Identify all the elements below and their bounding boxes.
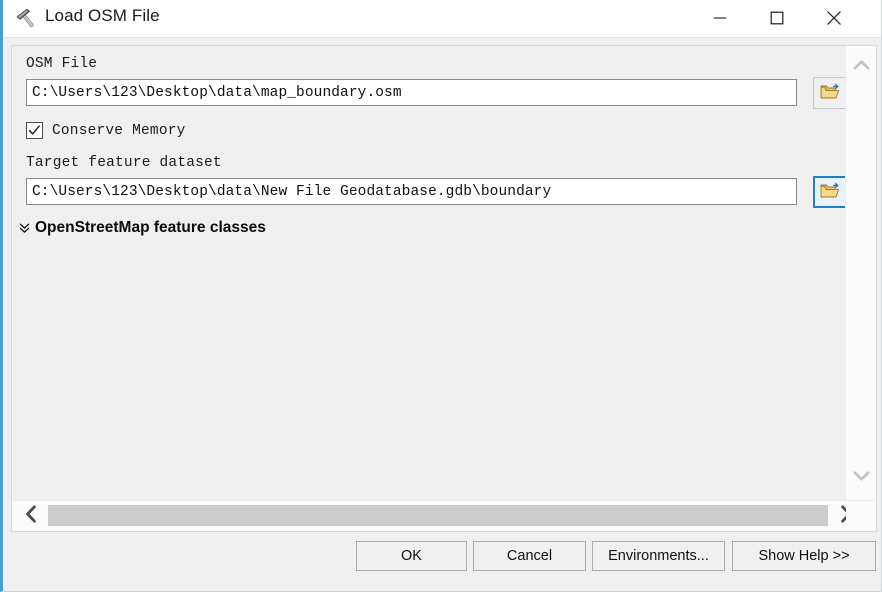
openstreetmap-feature-classes-label: OpenStreetMap feature classes [35,219,266,236]
load-osm-file-dialog: Load OSM File OSM File C:\Users\123\Desk… [0,0,882,592]
close-button[interactable] [811,0,857,36]
osm-file-row [26,77,846,109]
conserve-memory-row[interactable]: Conserve Memory [26,122,846,139]
target-feature-dataset-row [26,176,846,208]
title-bar: Load OSM File [3,0,881,38]
parameters-content: OSM File C:\Users\123\Desktop\data\map_b… [12,46,846,501]
chevron-down-icon [853,469,870,487]
parameters-form: OSM File C:\Users\123\Desktop\data\map_b… [19,56,846,237]
minimize-icon [713,11,727,25]
folder-open-icon [820,83,840,104]
close-icon [826,10,842,26]
maximize-button[interactable] [754,0,800,36]
target-feature-dataset-input[interactable] [26,178,797,205]
horizontal-scroll-thumb[interactable] [48,505,828,526]
page-title: Load OSM File [45,6,160,25]
osm-file-input[interactable] [26,79,797,106]
double-chevron-down-icon [17,220,31,236]
parameters-panel: OSM File C:\Users\123\Desktop\data\map_b… [11,45,877,532]
chevron-up-icon [853,58,870,76]
osm-file-browse-button[interactable] [813,77,846,109]
target-feature-dataset-browse-button[interactable] [813,176,846,208]
ok-button[interactable]: OK [356,541,467,571]
conserve-memory-checkbox[interactable] [26,122,43,139]
hammer-tool-icon [14,6,40,32]
checkmark-icon [28,124,41,137]
vertical-scrollbar[interactable] [845,46,876,501]
minimize-button[interactable] [697,0,743,36]
conserve-memory-label: Conserve Memory [52,122,186,139]
target-feature-dataset-label: Target feature dataset [26,155,222,171]
folder-open-icon [820,182,840,203]
maximize-icon [770,11,784,25]
dialog-footer: OK Cancel Environments... Show Help >> [3,533,881,591]
openstreetmap-feature-classes-expander[interactable]: OpenStreetMap feature classes [17,219,317,237]
chevron-left-icon [25,504,38,528]
show-help-button[interactable]: Show Help >> [732,541,876,571]
scrollbar-corner [846,501,876,531]
scroll-left-button[interactable] [16,501,46,531]
cancel-button[interactable]: Cancel [473,541,586,571]
horizontal-scrollbar[interactable] [12,500,876,531]
osm-file-label: OSM File [26,56,98,72]
environments-button[interactable]: Environments... [592,541,725,571]
scroll-up-button[interactable] [846,50,876,84]
scroll-down-button[interactable] [846,461,876,495]
